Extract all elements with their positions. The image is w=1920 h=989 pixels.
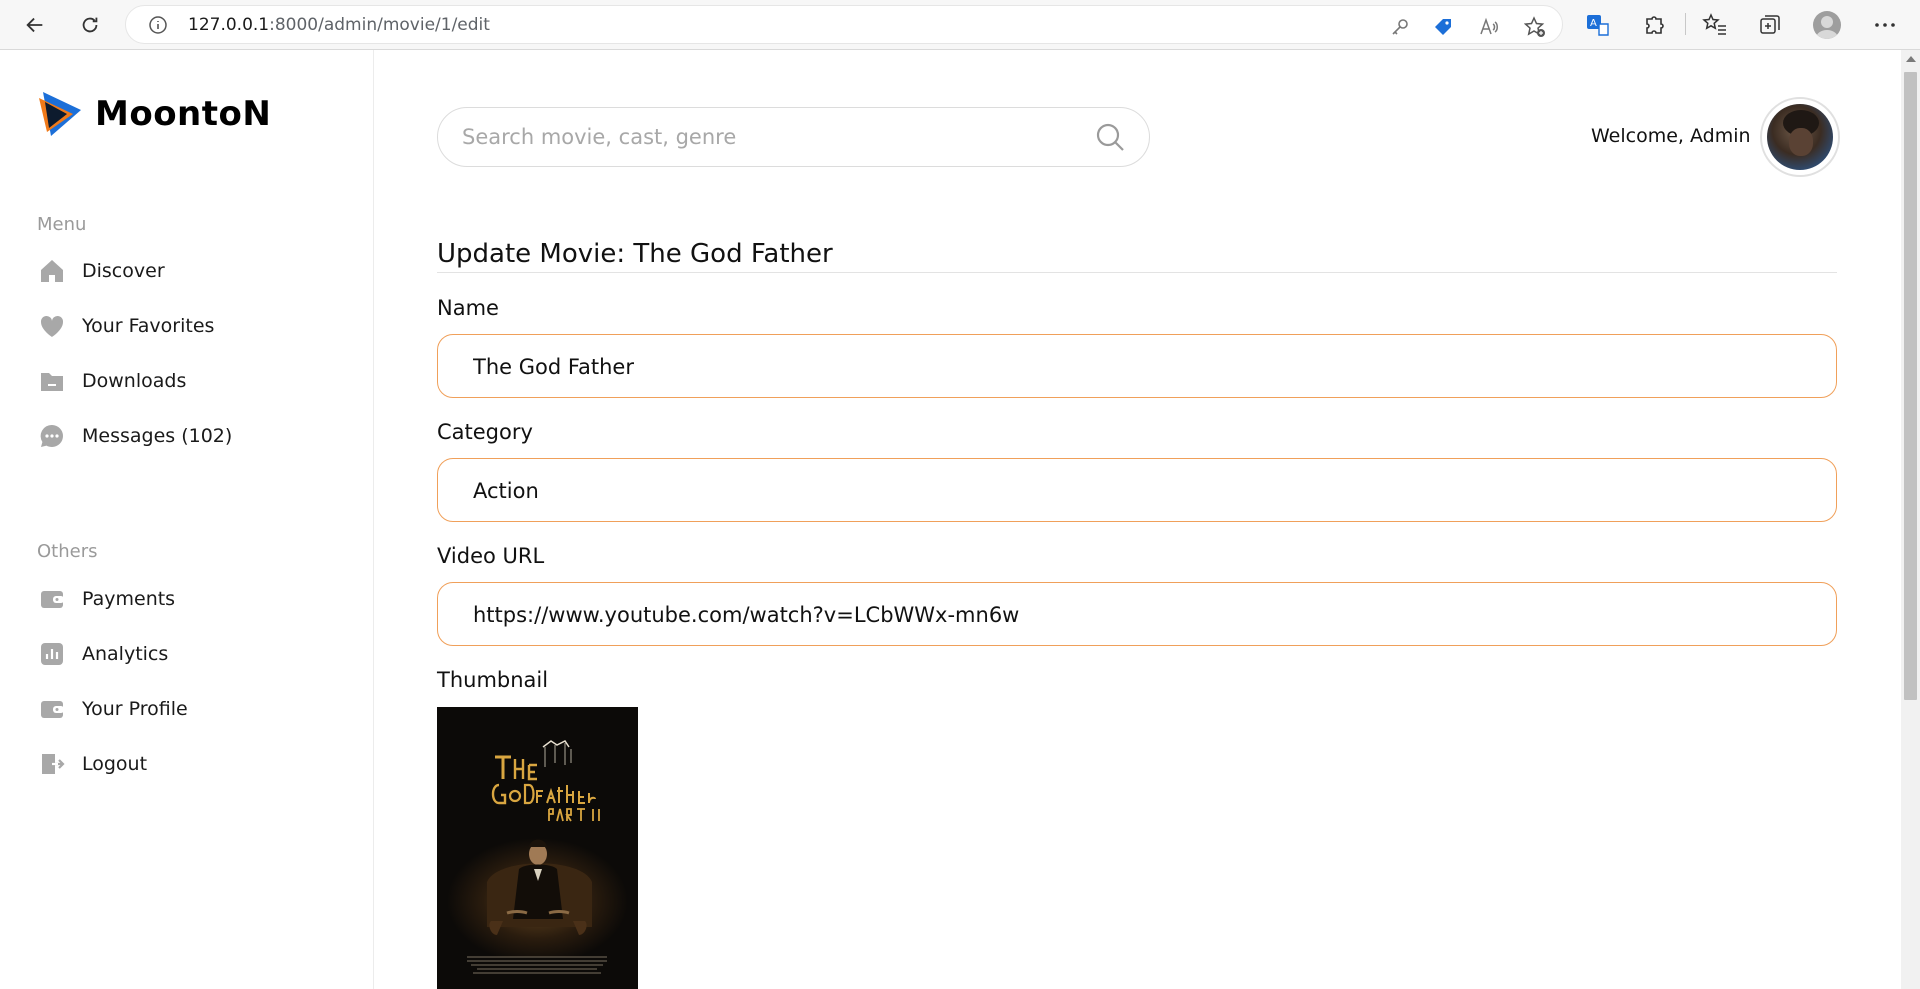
info-icon[interactable] (148, 15, 168, 35)
toolbar-divider (1685, 13, 1686, 35)
page-scrollbar[interactable] (1901, 50, 1920, 989)
title-divider (437, 272, 1837, 273)
scrollbar-thumb[interactable] (1904, 72, 1917, 700)
shopping-tag-icon[interactable] (1432, 16, 1454, 38)
scroll-up-icon[interactable] (1906, 56, 1916, 62)
sidebar: MoontoN Menu Discover Your Favorites Dow… (0, 50, 374, 989)
folder-icon (37, 366, 67, 396)
sidebar-item-label: Downloads (82, 370, 187, 392)
wallet-icon (37, 694, 67, 724)
chat-icon (37, 421, 67, 451)
logo-text: MoontoN (95, 94, 272, 134)
refresh-icon[interactable] (75, 10, 105, 40)
search-input[interactable] (462, 122, 1062, 152)
sidebar-item-logout[interactable]: Logout (37, 749, 147, 779)
sidebar-item-label: Your Profile (82, 698, 188, 720)
sidebar-item-label: Analytics (82, 643, 169, 665)
more-options-icon[interactable] (1872, 12, 1898, 38)
favorites-icon[interactable] (1702, 12, 1728, 38)
category-input[interactable] (473, 475, 1793, 507)
browser-profile-icon[interactable] (1813, 11, 1841, 39)
welcome-text: Welcome, Admin (1591, 125, 1751, 147)
video-url-input[interactable] (473, 599, 1793, 631)
sidebar-item-messages[interactable]: Messages (102) (37, 421, 232, 451)
thumbnail-image (437, 707, 638, 989)
home-icon (37, 256, 67, 286)
name-label: Name (437, 296, 499, 320)
sidebar-item-favorites[interactable]: Your Favorites (37, 311, 214, 341)
thumbnail-label: Thumbnail (437, 668, 549, 692)
add-favorite-icon[interactable] (1524, 16, 1546, 38)
movie-poster (437, 707, 638, 989)
menu-section-label: Menu (37, 214, 87, 235)
others-section-label: Others (37, 541, 98, 562)
browser-toolbar: 127.0.0.1:8000/admin/movie/1/edit A (0, 0, 1920, 50)
key-icon[interactable] (1389, 16, 1411, 38)
svg-text:A: A (1590, 18, 1597, 29)
name-input[interactable] (473, 351, 1793, 383)
address-bar[interactable]: 127.0.0.1:8000/admin/movie/1/edit (125, 5, 1563, 44)
category-field[interactable] (437, 458, 1837, 522)
translate-icon[interactable]: A (1585, 12, 1611, 38)
name-field[interactable] (437, 334, 1837, 398)
avatar-image (1767, 104, 1833, 170)
search-box[interactable] (437, 107, 1150, 167)
extensions-icon[interactable] (1641, 12, 1667, 38)
logout-icon (37, 749, 67, 779)
sidebar-item-profile[interactable]: Your Profile (37, 694, 188, 724)
sidebar-item-label: Your Favorites (82, 315, 215, 337)
url-text[interactable]: 127.0.0.1:8000/admin/movie/1/edit (188, 15, 490, 35)
sidebar-item-downloads[interactable]: Downloads (37, 366, 186, 396)
sidebar-item-label: Messages (102) (82, 425, 233, 447)
avatar[interactable] (1760, 97, 1840, 177)
video-url-label: Video URL (437, 544, 545, 568)
collections-icon[interactable] (1757, 12, 1783, 38)
bar-chart-icon (37, 639, 67, 669)
sidebar-item-label: Logout (82, 753, 148, 775)
sidebar-item-label: Discover (82, 260, 165, 282)
page-title: Update Movie: The God Father (437, 239, 833, 269)
search-icon[interactable] (1094, 121, 1126, 153)
moonton-logo-icon (39, 92, 81, 136)
video-url-field[interactable] (437, 582, 1837, 646)
back-icon[interactable] (20, 10, 50, 40)
sidebar-item-discover[interactable]: Discover (37, 256, 165, 286)
sidebar-item-label: Payments (82, 588, 176, 610)
read-aloud-icon[interactable] (1478, 16, 1500, 38)
heart-icon (37, 311, 67, 341)
logo[interactable]: MoontoN (37, 88, 271, 140)
category-label: Category (437, 420, 533, 444)
wallet-icon (37, 584, 67, 614)
sidebar-item-analytics[interactable]: Analytics (37, 639, 168, 669)
sidebar-item-payments[interactable]: Payments (37, 584, 175, 614)
